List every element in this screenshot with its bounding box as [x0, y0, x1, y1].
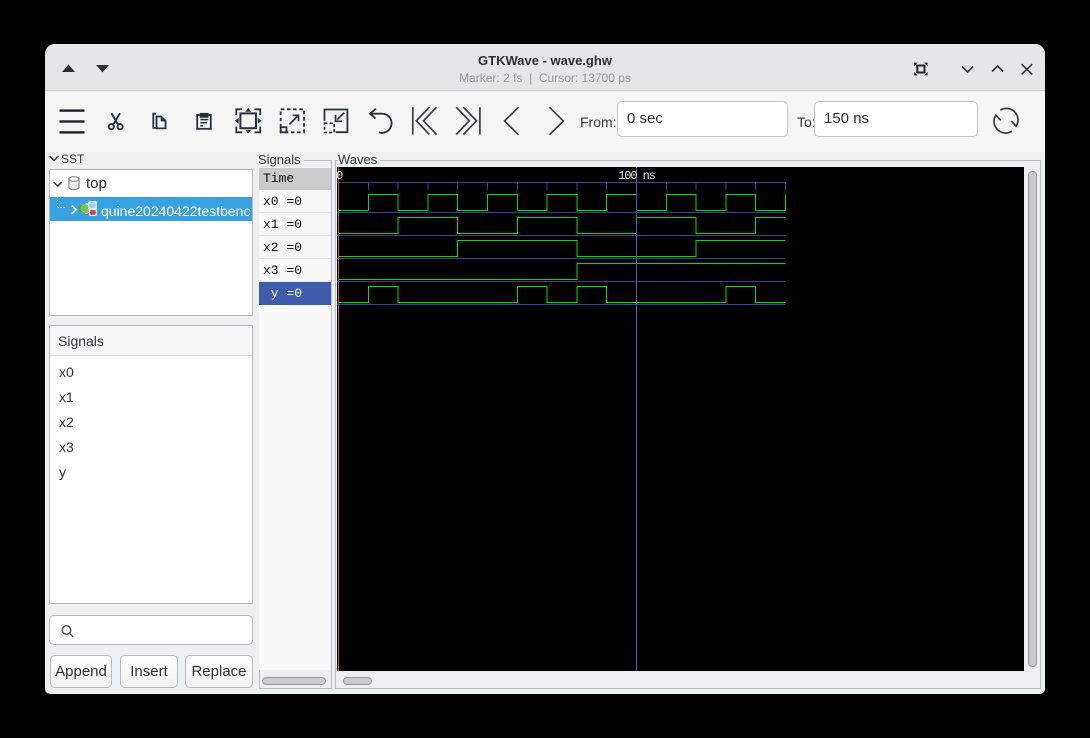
svg-text:100 ns: 100 ns [618, 169, 656, 183]
svg-text:0: 0 [337, 169, 343, 183]
